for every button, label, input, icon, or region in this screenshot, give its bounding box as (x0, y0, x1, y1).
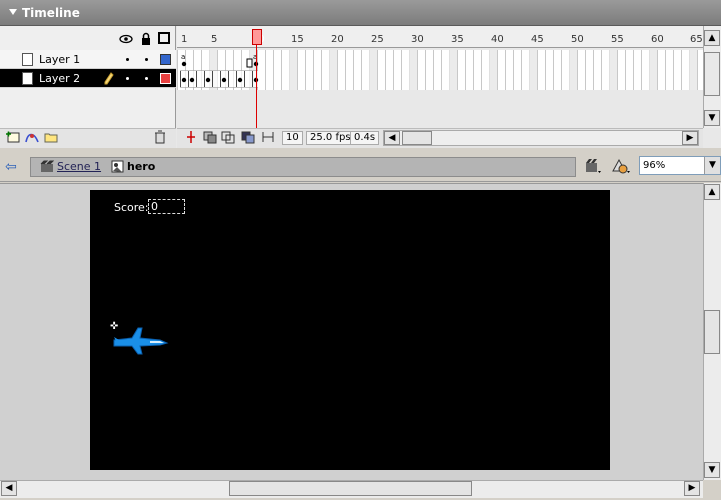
frame-tick: 25 (371, 34, 384, 45)
onion-outlines-icon[interactable] (220, 130, 236, 144)
frame-tick: 40 (491, 34, 504, 45)
stage-vertical-thumb[interactable] (704, 310, 720, 354)
frame-tick: 45 (531, 34, 544, 45)
layer-color-swatch[interactable] (160, 73, 171, 84)
scroll-corner (703, 480, 721, 500)
add-layer-icon[interactable] (5, 130, 21, 144)
back-arrow-icon[interactable]: ⇦ (5, 160, 21, 174)
edit-multiple-icon[interactable] (240, 130, 256, 144)
layer-name: Layer 1 (39, 53, 81, 66)
frame-tick: 15 (291, 34, 304, 45)
playhead-line (256, 45, 257, 128)
layer-row-2[interactable]: Layer 2 (0, 69, 176, 88)
frame-tick: 35 (451, 34, 464, 45)
visibility-dot[interactable] (126, 58, 129, 61)
collapse-arrow-icon[interactable] (9, 9, 17, 15)
stage-scroll-right-button[interactable]: ▶ (684, 481, 700, 496)
add-folder-icon[interactable] (43, 130, 59, 144)
playhead[interactable] (252, 29, 262, 45)
layer-row-1[interactable]: Layer 1 (0, 50, 176, 69)
frame-tick: 50 (571, 34, 584, 45)
layer1-keyframes[interactable]: a a (180, 51, 260, 69)
visibility-dot[interactable] (126, 77, 129, 80)
frame-tick: 30 (411, 34, 424, 45)
layer-color-swatch[interactable] (160, 54, 171, 65)
scroll-right-button[interactable]: ▶ (682, 131, 698, 145)
motion-guide-icon[interactable] (24, 130, 40, 144)
layer-icon (22, 72, 33, 85)
elapsed-time-readout: 0.4s (350, 131, 380, 145)
frame-tick: 60 (651, 34, 664, 45)
center-frame-icon[interactable] (183, 130, 199, 144)
timeline-panel-header[interactable] (0, 0, 721, 26)
frame-tick: 65 (690, 34, 703, 45)
symbol-name: hero (127, 160, 156, 173)
svg-text:a: a (181, 53, 185, 61)
lock-dot[interactable] (145, 77, 148, 80)
score-label: Score: (114, 201, 149, 214)
score-textfield[interactable]: 0 (148, 199, 185, 214)
scene-icon (40, 160, 54, 172)
timeline-scroll-thumb[interactable] (402, 131, 432, 145)
layer2-keyframes[interactable] (180, 70, 260, 88)
stage-horizontal-thumb[interactable] (229, 481, 472, 496)
chevron-down-icon[interactable]: ▼ (704, 157, 720, 174)
stage-scroll-up-button[interactable]: ▲ (704, 184, 720, 200)
stage-scroll-left-button[interactable]: ◀ (1, 481, 17, 496)
lock-icon[interactable] (139, 32, 153, 46)
modify-markers-icon[interactable] (260, 130, 276, 144)
scroll-up-button[interactable]: ▲ (704, 30, 720, 46)
lock-dot[interactable] (145, 58, 148, 61)
frame-tick: 20 (331, 34, 344, 45)
current-frame-readout: 10 (282, 131, 303, 145)
frame-tick: 55 (611, 34, 624, 45)
layer-name: Layer 2 (39, 72, 81, 85)
layer-icon (22, 53, 33, 66)
eye-icon[interactable] (119, 32, 133, 46)
scene-link[interactable]: Scene 1 (57, 160, 101, 173)
frame-tick: 5 (211, 34, 218, 45)
frame-rate-readout[interactable]: 25.0 fps (306, 131, 355, 145)
jet-plane-sprite[interactable] (110, 324, 170, 356)
scroll-left-button[interactable]: ◀ (384, 131, 400, 145)
edit-scene-icon[interactable] (584, 157, 602, 175)
stage-scroll-down-button[interactable]: ▼ (704, 462, 720, 478)
scroll-down-button[interactable]: ▼ (704, 110, 720, 126)
delete-layer-icon[interactable] (152, 130, 168, 144)
edit-symbols-icon[interactable] (610, 157, 632, 175)
frame-tick: 1 (181, 34, 188, 45)
scroll-thumb[interactable] (704, 52, 720, 96)
outline-icon[interactable] (158, 32, 170, 44)
pencil-icon (104, 72, 114, 85)
movieclip-symbol-icon (111, 160, 124, 173)
timeline-title: Timeline (22, 6, 80, 20)
onion-skin-icon[interactable] (202, 130, 218, 144)
